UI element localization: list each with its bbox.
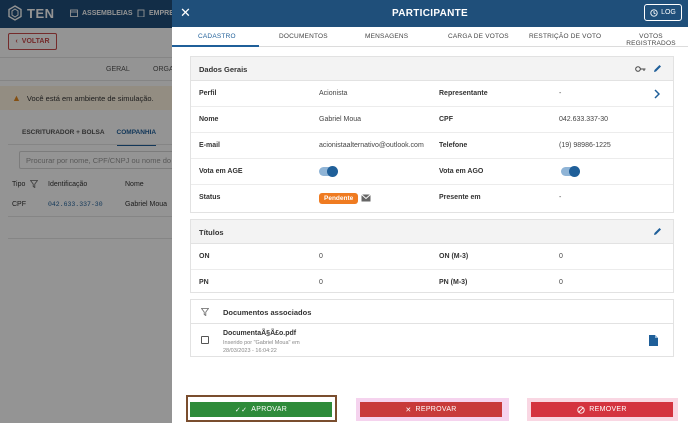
mail-icon[interactable] [361,194,371,202]
presente-value: - [559,194,562,201]
card-header: Títulos [191,220,673,244]
vota-age-label: Vota em AGE [199,168,243,175]
card-header: Documentos associados [191,300,673,324]
log-button[interactable]: LOG [644,4,682,21]
documentos-title: Documentos associados [223,308,312,317]
document-checkbox[interactable] [201,336,209,344]
on-m3-label: ON (M-3) [439,253,469,260]
key-icon[interactable] [635,65,646,73]
row-email: E-mail acionistaalternativo@outlook.com … [191,133,673,159]
on-label: ON [199,253,210,260]
nome-value: Gabriel Moua [319,116,362,123]
titulos-title: Títulos [199,228,224,237]
presente-label: Presente em [439,194,481,201]
tab-restricao-de-voto[interactable]: RESTRIÇÃO DE VOTO [529,33,601,40]
status-label: Status [199,194,221,201]
reject-button-label: REPROVAR [415,406,457,413]
row-nome: Nome Gabriel Moua CPF 042.633.337-30 [191,107,673,133]
card-header: Dados Gerais [191,57,673,81]
tab-carga-de-votos[interactable]: CARGA DE VOTOS [448,33,509,40]
double-check-icon: ✓✓ [234,406,248,414]
dados-gerais-card: Dados Gerais Perfil Acionista Representa… [190,56,674,213]
document-item: DocumentaÃ§Ã£o.pdf Inserido por "Gabriel… [191,324,673,364]
row-pn: PN 0 PN (M-3) 0 [191,270,673,296]
document-meta-date: 28/03/2023 - 16:04:22 [223,348,277,354]
telefone-value: (19) 98986-1225 [559,142,611,149]
perfil-label: Perfil [199,90,217,97]
filter-icon[interactable] [201,308,209,316]
chevron-right-icon[interactable] [654,89,660,99]
vota-ago-label: Vota em AGO [439,168,484,175]
row-votos: Vota em AGE Vota em AGO [191,159,673,185]
approve-button-label: APROVAR [251,406,288,413]
document-meta: Inserido por "Gabriel Moua" em 28/03/202… [223,339,333,355]
pn-m3-value: 0 [559,279,563,286]
pn-m3-label: PN (M-3) [439,279,468,286]
modal-tabs: CADASTRO DOCUMENTOS MENSAGENS CARGA DE V… [172,27,688,47]
tab-cadastro[interactable]: CADASTRO [198,33,236,40]
email-label: E-mail [199,142,221,149]
edit-icon[interactable] [653,227,662,236]
titulos-card: Títulos ON 0 ON (M-3) 0 PN 0 PN (M-3) 0 [190,219,674,293]
remove-button-label: REMOVER [589,406,627,413]
tab-documentos[interactable]: DOCUMENTOS [279,33,328,40]
dados-gerais-title: Dados Gerais [199,65,248,74]
email-value: acionistaalternativo@outlook.com [319,142,424,149]
edit-icon[interactable] [653,64,662,73]
participante-drawer: ✕ PARTICIPANTE LOG CADASTRO DOCUMENTOS M… [172,0,688,423]
documentos-card: Documentos associados DocumentaÃ§Ã£o.pdf… [190,299,674,357]
log-button-label: LOG [661,9,676,16]
on-value: 0 [319,253,323,260]
tab-mensagens[interactable]: MENSAGENS [365,33,408,40]
nome-label: Nome [199,116,219,123]
vota-ago-toggle[interactable] [561,166,580,177]
close-icon: ✕ [405,406,412,414]
perfil-value: Acionista [319,90,348,97]
row-perfil: Perfil Acionista Representante - [191,81,673,107]
representante-value: - [559,90,562,97]
block-icon [577,405,585,414]
document-meta-uploader: Inserido por "Gabriel Moua" em [223,340,300,346]
pn-label: PN [199,279,209,286]
document-name[interactable]: DocumentaÃ§Ã£o.pdf [223,330,296,337]
row-on: ON 0 ON (M-3) 0 [191,244,673,270]
reject-button[interactable]: ✕ REPROVAR [360,402,502,417]
remove-button[interactable]: REMOVER [531,402,673,417]
telefone-label: Telefone [439,142,468,149]
modal-title: PARTICIPANTE [391,8,468,19]
active-tab-indicator [172,45,259,47]
representante-label: Representante [439,90,488,97]
pn-value: 0 [319,279,323,286]
cpf-value: 042.633.337-30 [559,116,609,123]
tab-votos-registrados[interactable]: VOTOS REGISTRADOS [614,33,688,47]
download-document-icon[interactable] [649,335,658,346]
on-m3-value: 0 [559,253,563,260]
cpf-label: CPF [439,116,453,123]
approve-button[interactable]: ✓✓ APROVAR [190,402,332,417]
vota-age-toggle[interactable] [319,166,338,177]
modal-header: ✕ PARTICIPANTE LOG [172,0,688,27]
row-status: Status Pendente Presente em - [191,185,673,211]
status-badge: Pendente [319,193,359,204]
history-icon [650,8,658,17]
